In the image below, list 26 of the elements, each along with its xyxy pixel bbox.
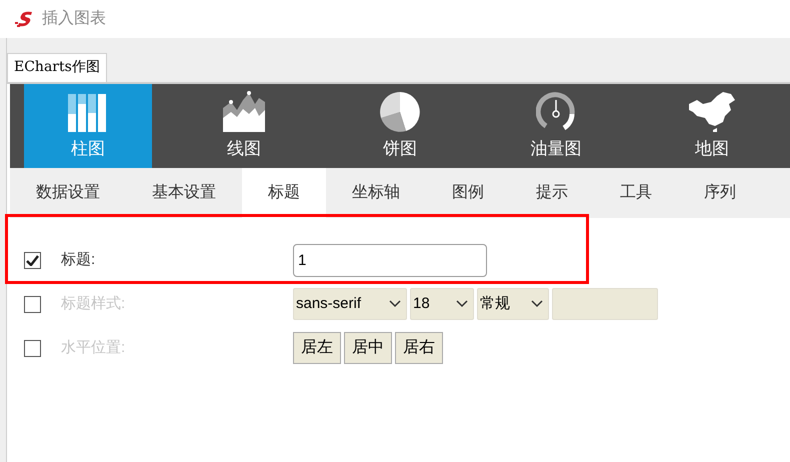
checkbox[interactable] bbox=[24, 340, 41, 356]
echarts-tab[interactable]: ECharts作图 bbox=[7, 53, 107, 82]
dropdown[interactable]: sans-serif bbox=[293, 288, 407, 320]
chevron-down-icon bbox=[389, 300, 401, 308]
chevron-down-icon bbox=[456, 300, 468, 308]
title-input[interactable]: 1 bbox=[293, 244, 487, 276]
field-label: 标题样式: bbox=[61, 294, 126, 314]
chevron-down-icon bbox=[531, 300, 543, 308]
align-button[interactable]: 居中 bbox=[344, 332, 392, 364]
app-logo-icon bbox=[14, 11, 34, 27]
checkbox[interactable] bbox=[24, 252, 41, 268]
window-title: 插入图表 bbox=[42, 8, 106, 29]
align-button[interactable]: 居右 bbox=[395, 332, 443, 364]
field-label: 水平位置: bbox=[61, 338, 126, 358]
map-icon bbox=[687, 90, 737, 132]
settings-tab[interactable]: 标题 bbox=[242, 168, 326, 218]
field-label: 标题: bbox=[61, 250, 96, 270]
align-button[interactable]: 居左 bbox=[293, 332, 341, 364]
area-chart-icon bbox=[223, 90, 265, 132]
gauge-icon bbox=[536, 92, 576, 132]
checkbox[interactable] bbox=[24, 296, 41, 312]
dropdown[interactable]: 18 bbox=[410, 288, 474, 320]
pie-chart-icon bbox=[380, 92, 420, 132]
color-field[interactable] bbox=[552, 288, 658, 320]
dropdown[interactable]: 常规 bbox=[477, 288, 549, 320]
bar-chart-icon bbox=[68, 94, 108, 132]
